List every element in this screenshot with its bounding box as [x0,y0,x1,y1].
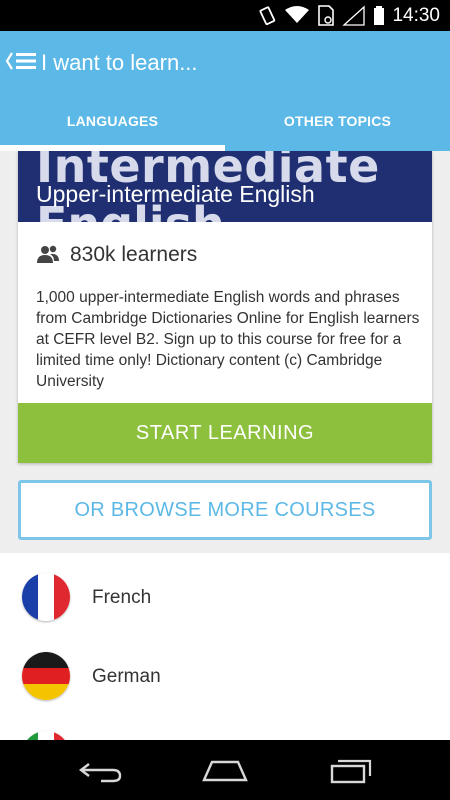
home-icon[interactable] [200,754,250,786]
learners-count: 830k learners [70,243,198,266]
battery-icon [374,6,384,25]
status-time: 14:30 [392,5,440,26]
italy-flag-icon [22,731,70,740]
signal-icon [342,5,365,26]
wifi-icon [285,6,309,23]
start-learning-button[interactable]: START LEARNING [18,403,432,463]
main-content[interactable]: Intermediate English Upper-intermediate … [0,151,450,740]
rotate-icon [259,6,276,26]
recent-apps-icon[interactable] [326,754,376,786]
app-bar: I want to learn... [0,31,450,91]
menu-back-icon[interactable] [4,47,40,75]
course-card[interactable]: Intermediate English Upper-intermediate … [18,151,432,463]
tab-bar: LANGUAGES OTHER TOPICS [0,91,450,151]
language-list: French German [0,553,450,740]
france-flag-icon [22,573,70,621]
course-description: 1,000 upper-intermediate English words a… [36,289,420,390]
browse-more-courses-button[interactable]: OR BROWSE MORE COURSES [18,480,432,540]
language-item-german[interactable]: German [0,632,450,712]
back-icon[interactable] [75,754,125,786]
course-banner: Intermediate English Upper-intermediate … [18,151,432,222]
tab-other-topics[interactable]: OTHER TOPICS [225,91,450,151]
language-name: French [92,587,152,608]
status-bar: 14:30 [0,0,450,31]
group-icon [37,245,59,263]
language-item-italian[interactable] [0,711,450,740]
tab-languages[interactable]: LANGUAGES [0,91,225,151]
language-item-french[interactable]: French [0,553,450,633]
page-title: I want to learn... [41,50,198,75]
germany-flag-icon [22,652,70,700]
language-name: German [92,666,161,687]
sim-icon [318,5,334,26]
system-nav-bar [0,740,450,800]
course-title: Upper-intermediate English [36,181,315,207]
